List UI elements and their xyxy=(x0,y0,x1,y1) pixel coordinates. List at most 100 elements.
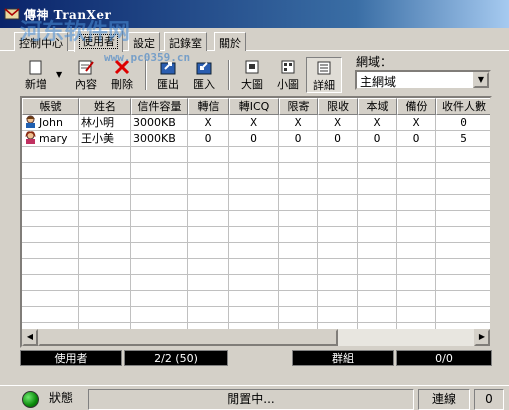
status-label: 狀態 xyxy=(49,391,74,405)
column-header-account[interactable]: 帳號 xyxy=(22,98,79,115)
account-text: John xyxy=(39,116,63,129)
export-label: 匯出 xyxy=(157,78,179,91)
tab-log[interactable]: 記錄室 xyxy=(164,32,207,51)
column-header-local-domain[interactable]: 本域 xyxy=(358,98,397,115)
connect-status[interactable]: 連線 xyxy=(418,389,470,410)
tab-label: 記錄室 xyxy=(169,37,202,50)
new-button[interactable]: 新增 xyxy=(18,57,54,93)
large-icons-icon xyxy=(243,59,261,75)
chevron-down-icon[interactable]: ▼ xyxy=(473,72,489,88)
female-user-icon xyxy=(24,131,37,144)
local-domain-cell: O xyxy=(358,131,397,147)
tab-control-center[interactable]: 控制中心 xyxy=(14,32,68,51)
users-count: 2/2 (50) xyxy=(124,350,228,366)
forward-cell: O xyxy=(188,131,229,147)
forward-cell: X xyxy=(188,115,229,131)
properties-icon xyxy=(77,59,95,75)
status-message: 閒置中... xyxy=(88,389,414,410)
table-body: John 林小明 3000KB X X X X X X 0 mary 王小美 3… xyxy=(22,115,490,339)
tab-label: 設定 xyxy=(133,37,155,50)
column-header-forward-icq[interactable]: 轉ICQ xyxy=(229,98,279,115)
column-header-backup[interactable]: 備份 xyxy=(397,98,436,115)
domain-selected-value: 主網域 xyxy=(360,75,397,89)
receive-limit-cell: O xyxy=(318,131,358,147)
local-domain-cell: X xyxy=(358,115,397,131)
empty-row xyxy=(22,259,490,275)
empty-row xyxy=(22,147,490,163)
status-bar: 狀態 閒置中... 連線 0 xyxy=(0,385,509,410)
import-icon xyxy=(195,59,213,75)
column-header-mailbox-size[interactable]: 信件容量 xyxy=(131,98,188,115)
backup-cell: O xyxy=(397,131,436,147)
receive-limit-cell: X xyxy=(318,115,358,131)
tab-label: 控制中心 xyxy=(19,37,63,50)
table-row[interactable]: mary 王小美 3000KB O O O O O O 5 xyxy=(22,131,490,147)
recipient-count-cell: 0 xyxy=(436,115,490,131)
empty-row xyxy=(22,275,490,291)
empty-row xyxy=(22,227,490,243)
empty-row xyxy=(22,163,490,179)
group-count: 0/0 xyxy=(396,350,492,366)
properties-label: 內容 xyxy=(75,78,97,91)
backup-cell: X xyxy=(397,115,436,131)
group-label: 群組 xyxy=(292,350,394,366)
new-label: 新增 xyxy=(25,78,47,91)
details-icon xyxy=(315,60,333,76)
mailbox-size-cell: 3000KB xyxy=(131,131,188,147)
delete-label: 刪除 xyxy=(111,78,133,91)
new-icon xyxy=(27,59,45,75)
table-row[interactable]: John 林小明 3000KB X X X X X X 0 xyxy=(22,115,490,131)
name-cell: 王小美 xyxy=(79,131,131,147)
send-limit-cell: O xyxy=(279,131,318,147)
tab-label: 關於 xyxy=(219,37,241,50)
domain-select[interactable]: 主網域 ▼ xyxy=(355,70,491,90)
toolbar-separator xyxy=(228,60,230,90)
empty-row xyxy=(22,291,490,307)
table-header: 帳號 姓名 信件容量 轉信 轉ICQ 限寄 限收 本域 備份 收件人數 xyxy=(22,98,490,115)
tab-users[interactable]: 使用者 xyxy=(74,30,123,52)
users-label: 使用者 xyxy=(20,350,122,366)
title-bar: 傳神 TranXer xyxy=(0,0,509,28)
tab-label: 使用者 xyxy=(79,34,118,49)
column-header-name[interactable]: 姓名 xyxy=(79,98,131,115)
column-header-receive-limit[interactable]: 限收 xyxy=(318,98,358,115)
name-cell: 林小明 xyxy=(79,115,131,131)
column-header-forward[interactable]: 轉信 xyxy=(188,98,229,115)
male-user-icon xyxy=(24,115,37,128)
forward-icq-cell: O xyxy=(229,131,279,147)
empty-row xyxy=(22,211,490,227)
mailbox-size-cell: 3000KB xyxy=(131,115,188,131)
tab-settings[interactable]: 設定 xyxy=(128,32,160,51)
account-cell: John xyxy=(22,115,79,131)
empty-row xyxy=(22,307,490,323)
large-icons-button[interactable]: 大圖 xyxy=(234,57,270,93)
scroll-right-icon[interactable]: ▶ xyxy=(474,329,490,346)
tab-about[interactable]: 關於 xyxy=(214,32,246,51)
horizontal-scrollbar[interactable]: ◀ ▶ xyxy=(22,329,490,346)
small-icons-label: 小圖 xyxy=(277,78,299,91)
column-header-recipient-count[interactable]: 收件人數 xyxy=(436,98,490,115)
window-title: 傳神 TranXer xyxy=(24,7,112,22)
user-table: 帳號 姓名 信件容量 轉信 轉ICQ 限寄 限收 本域 備份 收件人數 John… xyxy=(20,96,492,348)
details-button[interactable]: 詳細 xyxy=(306,57,342,93)
empty-row xyxy=(22,243,490,259)
delete-button[interactable]: 刪除 xyxy=(104,57,140,93)
app-logo-icon xyxy=(4,6,20,22)
import-button[interactable]: 匯入 xyxy=(186,57,222,93)
connection-count: 0 xyxy=(474,389,504,410)
column-header-send-limit[interactable]: 限寄 xyxy=(279,98,318,115)
chevron-down-icon[interactable]: ▼ xyxy=(56,70,62,79)
scroll-left-icon[interactable]: ◀ xyxy=(22,329,38,346)
export-button[interactable]: 匯出 xyxy=(150,57,186,93)
status-strip: 使用者 2/2 (50) 群組 0/0 xyxy=(20,350,492,366)
empty-row xyxy=(22,195,490,211)
domain-label: 網域： xyxy=(356,55,393,69)
account-text: mary xyxy=(39,132,68,145)
properties-button[interactable]: 內容 xyxy=(68,57,104,93)
small-icons-button[interactable]: 小圖 xyxy=(270,57,306,93)
forward-icq-cell: X xyxy=(229,115,279,131)
tab-bar: 控制中心 使用者 設定 記錄室 關於 xyxy=(0,30,509,52)
empty-row xyxy=(22,179,490,195)
import-label: 匯入 xyxy=(193,78,215,91)
scroll-thumb[interactable] xyxy=(38,329,338,346)
